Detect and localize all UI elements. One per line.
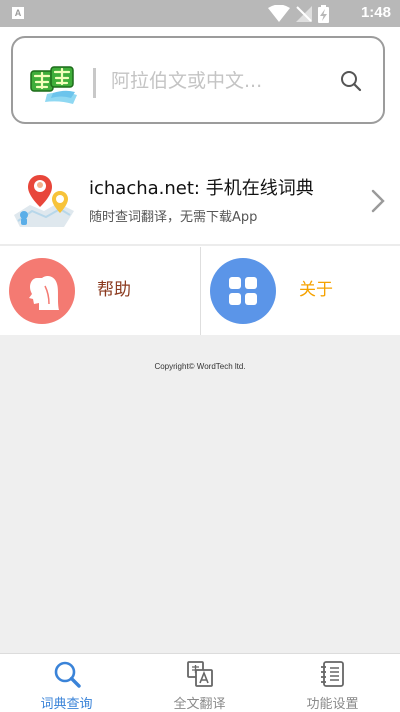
promo-subtitle: 随时查词翻译，无需下载App (89, 210, 258, 225)
notification-icon: A (12, 7, 24, 19)
promo-banner[interactable]: ichacha.net: 手机在线词典 随时查词翻译，无需下载App (0, 164, 400, 242)
translate-icon (186, 661, 213, 687)
promo-title: ichacha.net: 手机在线词典 (89, 178, 314, 199)
search-input[interactable] (111, 64, 331, 98)
tab-translation-label: 全文翻译 (173, 697, 226, 712)
search-divider (93, 68, 96, 98)
help-icon-circle (9, 258, 75, 324)
about-label: 关于 (299, 280, 333, 300)
about-icon-circle (210, 258, 276, 324)
search-icon[interactable] (339, 69, 363, 93)
tab-translation[interactable]: 全文翻译 (133, 654, 266, 712)
about-tile[interactable]: 关于 (201, 247, 400, 335)
tab-settings-label: 功能设置 (306, 697, 359, 712)
help-tile[interactable]: 帮助 (0, 247, 200, 335)
bottom-nav: 词典查询 全文翻译 功能设置 (0, 653, 400, 712)
wifi-icon (268, 5, 290, 22)
notebook-icon (320, 661, 344, 687)
grid-icon (229, 277, 257, 305)
tab-dictionary[interactable]: 词典查询 (0, 654, 133, 712)
help-person-icon (29, 276, 59, 310)
divider (0, 244, 400, 246)
signal-icon (296, 6, 312, 22)
tab-settings[interactable]: 功能设置 (266, 654, 399, 712)
tab-dictionary-label: 词典查询 (40, 697, 93, 712)
help-label: 帮助 (97, 280, 131, 300)
search-box[interactable] (11, 36, 385, 124)
copyright-text: Copyright© WordTech ltd. (154, 362, 246, 371)
status-bar: A 1:48 (0, 0, 400, 27)
top-panel: ichacha.net: 手机在线词典 随时查词翻译，无需下载App 帮助 (0, 27, 400, 335)
battery-charging-icon (318, 5, 329, 23)
clock: 1:48 (360, 4, 391, 21)
search-icon (54, 661, 81, 688)
map-pin-icon (14, 175, 74, 227)
chevron-right-icon[interactable] (371, 189, 385, 213)
app-logo (30, 66, 77, 104)
status-icons (268, 5, 329, 23)
